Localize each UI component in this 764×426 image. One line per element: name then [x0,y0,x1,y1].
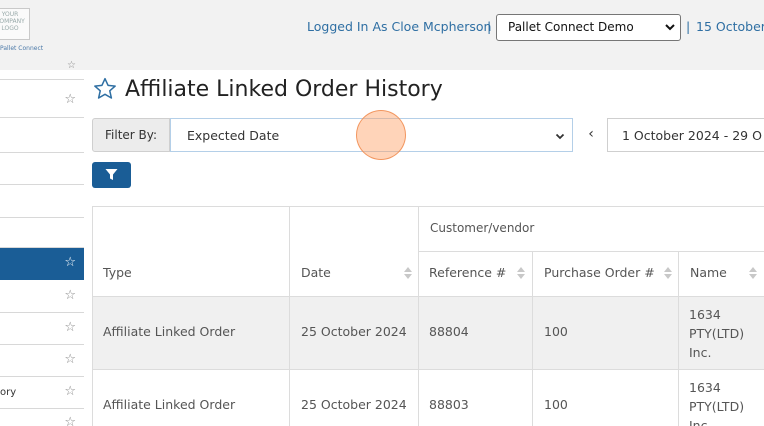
star-outline-icon[interactable]: ☆ [67,60,76,71]
sidebar-item[interactable]: ☆ [0,280,84,313]
logged-in-user[interactable]: Logged In As Cloe Mcpherson [307,19,491,34]
star-outline-icon[interactable] [92,76,118,102]
column-header-date[interactable]: Date [301,265,331,280]
cell-type: Affiliate Linked Order [103,397,236,412]
cell-type: Affiliate Linked Order [103,324,236,339]
chevron-down-icon [555,133,565,140]
sort-arrows-icon[interactable] [517,267,525,279]
filter-label: Filter By: [92,118,170,152]
sidebar-item[interactable] [0,185,84,218]
date-range-value: 1 October 2024 - 29 O [622,128,762,143]
star-outline-icon[interactable]: ☆ [64,384,76,399]
cell-date: 25 October 2024 [301,324,407,339]
cell-name-line: Inc. [689,345,712,360]
table-divider [92,296,764,297]
sidebar-item[interactable] [0,218,84,248]
sidebar-item[interactable]: ☆ [0,83,84,118]
chevron-down-icon [665,24,675,31]
company-logo: YOUR COMPANY LOGO [0,8,30,40]
table-divider [418,251,764,252]
table-divider [289,207,290,426]
column-header-type[interactable]: Type [103,265,132,280]
sort-arrows-icon[interactable] [749,267,757,279]
filter-by-value: Expected Date [187,128,280,143]
logo-text: YOUR COMPANY LOGO [0,11,25,32]
sidebar-item-active[interactable]: ☆ [0,248,84,280]
top-header: YOUR COMPANY LOGO Pallet Connect Logged … [0,0,764,70]
sidebar-item-label: ory [0,387,17,398]
sidebar-item[interactable] [0,118,84,153]
sidebar-item[interactable]: ☆ [0,409,84,426]
star-outline-icon[interactable]: ☆ [64,92,76,107]
logo-subtext: Pallet Connect [0,45,44,52]
sidebar-item[interactable] [0,153,84,185]
header-separator: | [686,19,691,34]
filter-funnel-icon [105,169,118,180]
sidebar-item-history[interactable]: ory ☆ [0,377,84,409]
star-outline-icon[interactable]: ☆ [64,320,76,335]
cell-name-line: 1634 [689,307,721,322]
organisation-select-value: Pallet Connect Demo [508,20,634,34]
sidebar-item[interactable]: ☆ [0,60,84,80]
cell-name: 1634 PTY(LTD) Inc. [689,305,744,362]
previous-range-button[interactable]: ‹ [577,118,605,152]
date-range-input[interactable]: 1 October 2024 - 29 O [607,118,764,152]
organisation-select[interactable]: Pallet Connect Demo [496,14,681,41]
table-divider [92,369,764,370]
table-divider [92,207,93,426]
cell-name-line: PTY(LTD) [689,399,745,414]
apply-filter-button[interactable] [92,162,131,188]
chevron-left-icon: ‹ [588,126,594,142]
column-header-purchase-order[interactable]: Purchase Order # [544,265,655,280]
table-divider [532,251,533,426]
sidebar-item[interactable]: ☆ [0,345,84,377]
header-date: 15 October [696,19,764,34]
sidebar-item[interactable]: ☆ [0,313,84,345]
table-divider [678,251,679,426]
page-title: Affiliate Linked Order History [125,76,443,102]
table-divider [418,207,419,426]
cell-date: 25 October 2024 [301,397,407,412]
star-outline-icon[interactable]: ☆ [64,255,76,270]
click-indicator [356,110,406,160]
cell-reference[interactable]: 88804 [429,324,469,339]
sort-arrows-icon[interactable] [664,267,672,279]
star-outline-icon[interactable]: ☆ [64,288,76,303]
cell-purchase-order: 100 [544,397,568,412]
cell-purchase-order: 100 [544,324,568,339]
cell-name-line: PTY(LTD) [689,326,745,341]
page-header: Affiliate Linked Order History [92,74,443,104]
cell-name: 1634 PTY(LTD) Inc. [689,378,744,426]
orders-table: Customer/vendor Type Date Reference # Pu… [92,206,764,426]
group-header-customer-vendor: Customer/vendor [430,221,535,235]
column-header-reference[interactable]: Reference # [429,265,506,280]
star-outline-icon[interactable]: ☆ [64,352,76,367]
cell-name-line: 1634 [689,380,721,395]
star-outline-icon[interactable]: ☆ [64,415,76,426]
sort-arrows-icon[interactable] [404,267,412,279]
header-separator: | [487,19,492,34]
cell-name-line: Inc. [689,418,712,426]
column-header-name[interactable]: Name [690,265,727,280]
cell-reference[interactable]: 88803 [429,397,469,412]
sidebar: ☆ ☆ ☆ ☆ ☆ ☆ ory ☆ ☆ [0,60,84,426]
